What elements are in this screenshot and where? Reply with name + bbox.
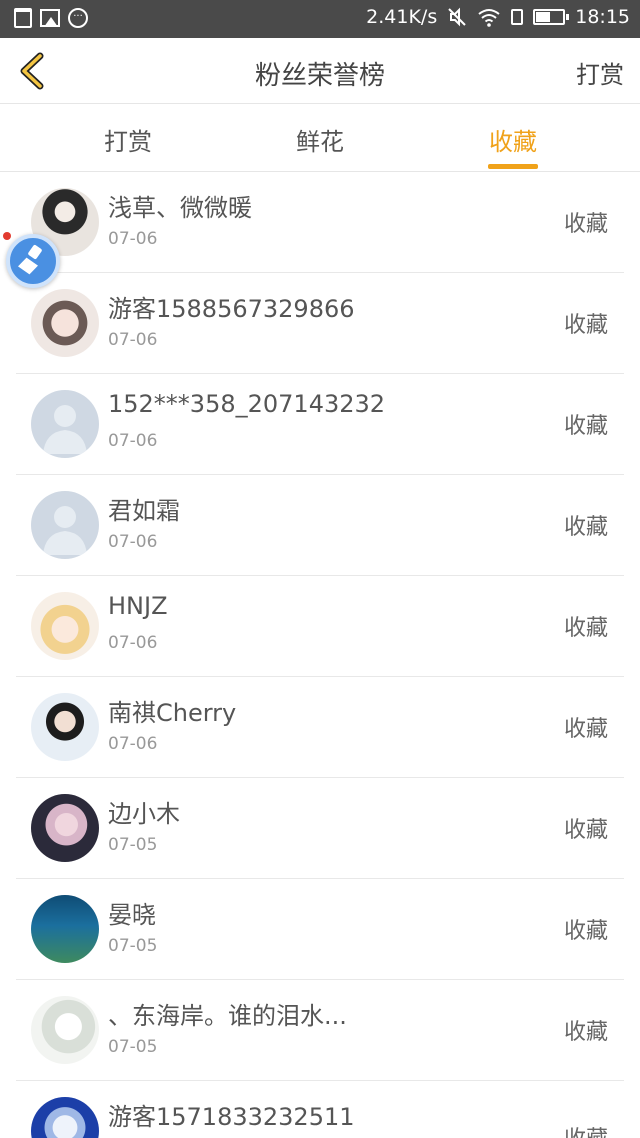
- avatar: [31, 693, 99, 761]
- avatar: [31, 390, 99, 458]
- network-speed: 2.41K/s: [366, 6, 438, 28]
- battery-icon: [533, 9, 570, 25]
- user-name: 152***358_207143232: [108, 390, 386, 418]
- item-date: 07-06: [108, 330, 158, 350]
- item-action: 收藏: [563, 414, 608, 439]
- avatar: [31, 1097, 99, 1138]
- item-date: 07-06: [108, 431, 158, 451]
- list-item[interactable]: 南祺Cherry 07-06 收藏: [16, 677, 624, 778]
- list-item[interactable]: 游客1588567329866 07-06 收藏: [16, 273, 624, 374]
- more-icon: ···: [68, 8, 88, 28]
- floating-cleaner-button[interactable]: [6, 234, 60, 288]
- list-item[interactable]: 、东海岸。谁的泪水... 07-05 收藏: [16, 980, 624, 1081]
- avatar: [31, 491, 99, 559]
- item-action: 收藏: [563, 515, 608, 540]
- item-date: 07-06: [108, 633, 158, 653]
- trash-icon: [14, 8, 32, 28]
- list-item[interactable]: 152***358_207143232 07-06 收藏: [16, 374, 624, 475]
- list-item[interactable]: 晏晓 07-05 收藏: [16, 879, 624, 980]
- active-tab-indicator: [488, 164, 538, 169]
- avatar: [31, 592, 99, 660]
- item-action: 收藏: [563, 212, 608, 237]
- avatar: [31, 996, 99, 1064]
- user-name: 君如霜: [108, 497, 180, 525]
- list-item[interactable]: HNJZ 07-06 收藏: [16, 576, 624, 677]
- user-name: 、东海岸。谁的泪水...: [108, 1002, 347, 1030]
- user-name: 浅草、微微暖: [108, 194, 252, 222]
- user-name: 边小木: [108, 800, 180, 828]
- avatar: [31, 289, 99, 357]
- user-name: 南祺Cherry: [108, 699, 237, 727]
- mute-icon: [448, 7, 466, 27]
- image-icon: [40, 9, 60, 27]
- list-item[interactable]: 君如霜 07-06 收藏: [16, 475, 624, 576]
- item-date: 07-06: [108, 229, 158, 249]
- user-name: 晏晓: [108, 901, 156, 929]
- wifi-icon: [478, 9, 500, 27]
- broom-icon: [18, 245, 42, 275]
- list-item[interactable]: 游客1571833232511 收藏: [16, 1081, 624, 1138]
- page-title: 粉丝荣誉榜: [254, 61, 385, 91]
- top-nav-bar: 粉丝荣誉榜 打赏: [0, 38, 640, 104]
- item-action: 收藏: [563, 717, 608, 742]
- status-bar: ··· 2.41K/s 18:15: [0, 0, 640, 38]
- list-item[interactable]: 边小木 07-05 收藏: [16, 778, 624, 879]
- tab-bar: 打赏 鲜花 收藏: [0, 104, 640, 172]
- fan-list: 浅草、微微暖 07-06 收藏 游客1588567329866 07-06 收藏…: [0, 172, 640, 1138]
- item-date: 07-05: [108, 835, 158, 855]
- tab-reward[interactable]: 打赏: [68, 122, 188, 157]
- tab-flowers[interactable]: 鲜花: [260, 122, 380, 157]
- item-action: 收藏: [563, 313, 608, 338]
- item-date: 07-05: [108, 936, 158, 956]
- sim-icon: [511, 9, 524, 25]
- status-notifications: ···: [14, 8, 88, 28]
- item-action: 收藏: [563, 616, 608, 641]
- avatar: [31, 895, 99, 963]
- default-avatar-icon: [43, 405, 87, 454]
- user-name: 游客1571833232511: [108, 1103, 355, 1131]
- item-action: 收藏: [563, 818, 608, 843]
- avatar: [31, 794, 99, 862]
- user-name: HNJZ: [108, 592, 168, 620]
- default-avatar-icon: [43, 506, 87, 555]
- tab-favorites[interactable]: 收藏: [453, 122, 573, 157]
- user-name: 游客1588567329866: [108, 295, 355, 323]
- item-action: 收藏: [563, 1020, 608, 1045]
- item-action: 收藏: [563, 919, 608, 944]
- status-indicators: 2.41K/s 18:15: [366, 6, 630, 28]
- item-date: 07-06: [108, 532, 158, 552]
- clock: 18:15: [575, 6, 630, 28]
- reward-button[interactable]: 打赏: [576, 55, 624, 90]
- item-date: 07-06: [108, 734, 158, 754]
- item-action: 收藏: [564, 1121, 608, 1138]
- item-date: 07-05: [108, 1037, 158, 1057]
- list-item[interactable]: 浅草、微微暖 07-06 收藏: [16, 172, 624, 273]
